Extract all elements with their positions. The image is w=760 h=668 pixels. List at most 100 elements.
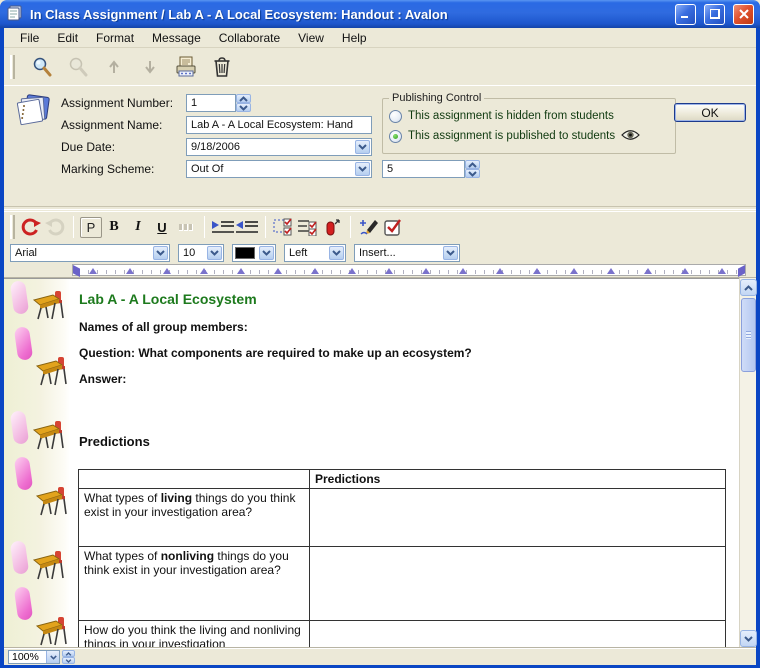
indent-increase-icon[interactable]: [211, 215, 235, 239]
assignment-name-input[interactable]: [186, 116, 372, 134]
chevron-down-icon[interactable]: [355, 140, 370, 154]
margin-decoration: [4, 279, 70, 648]
chevron-down-icon[interactable]: [153, 246, 168, 260]
stepper-down-icon[interactable]: [465, 169, 480, 178]
radio-unselected-icon[interactable]: [389, 110, 402, 123]
chevron-down-icon[interactable]: [259, 246, 274, 260]
assignment-form: Assignment Number: 1 Assignment Name: Du…: [4, 86, 756, 206]
marker-tool-icon[interactable]: [320, 215, 344, 239]
menu-format[interactable]: Format: [88, 29, 142, 47]
table-answer-cell[interactable]: [310, 547, 726, 621]
ruler-tab-marker: [644, 268, 652, 274]
table-header-cell-empty[interactable]: [79, 470, 310, 489]
title-bar[interactable]: In Class Assignment / Lab A - A Local Ec…: [0, 0, 760, 28]
marking-scheme-combo[interactable]: Out Of: [186, 160, 372, 178]
assignment-name-label: Assignment Name:: [61, 118, 162, 132]
font-size-combo[interactable]: 10: [178, 244, 224, 262]
menu-file[interactable]: File: [12, 29, 47, 47]
strikethrough-icon-disabled[interactable]: [174, 215, 198, 239]
add-annotation-pen-icon[interactable]: [357, 215, 381, 239]
published-option-row[interactable]: This assignment is published to students: [389, 126, 669, 146]
ruler-tab-marker: [385, 268, 393, 274]
table-question-cell[interactable]: What types of living things do you think…: [79, 489, 310, 547]
left-margin-marker[interactable]: [73, 265, 80, 277]
toolbar-separator: [204, 216, 205, 238]
stepper-up-icon[interactable]: [236, 94, 251, 103]
scrollbar-thumb[interactable]: [741, 298, 756, 372]
document-editor[interactable]: Lab A - A Local Ecosystem Names of all g…: [4, 278, 756, 648]
radio-selected-icon[interactable]: [389, 130, 402, 143]
underline-button[interactable]: U: [150, 215, 174, 239]
table-question-cell[interactable]: What types of nonliving things do you th…: [79, 547, 310, 621]
menu-collaborate[interactable]: Collaborate: [211, 29, 288, 47]
menu-help[interactable]: Help: [334, 29, 375, 47]
search-again-icon-disabled[interactable]: [65, 54, 91, 80]
zoom-level-combo[interactable]: 100%: [8, 650, 60, 664]
stepper-down-icon[interactable]: [62, 657, 75, 664]
table-answer-cell[interactable]: [310, 621, 726, 649]
due-date-combo[interactable]: 9/18/2006: [186, 138, 372, 156]
maximize-button[interactable]: [704, 4, 725, 25]
hidden-option-row[interactable]: This assignment is hidden from students: [389, 106, 669, 126]
insert-combo[interactable]: Insert...: [354, 244, 460, 262]
minimize-button[interactable]: [675, 4, 696, 25]
chevron-down-icon[interactable]: [207, 246, 222, 260]
window-icon: [6, 5, 24, 24]
chevron-down-icon[interactable]: [443, 246, 458, 260]
publishing-control-group: Publishing Control This assignment is hi…: [382, 92, 676, 154]
toolbar-grip[interactable]: [10, 215, 15, 239]
italic-label: I: [135, 219, 140, 235]
assignment-number-value[interactable]: 1: [186, 94, 236, 112]
alignment-combo[interactable]: Left: [284, 244, 346, 262]
search-icon[interactable]: [29, 54, 55, 80]
eye-icon: [621, 129, 640, 144]
font-size-value: 10: [183, 247, 195, 259]
font-color-combo[interactable]: [232, 244, 276, 262]
vertical-scrollbar[interactable]: [739, 278, 756, 648]
print-icon[interactable]: [173, 54, 199, 80]
paragraph-style-button[interactable]: P: [80, 217, 102, 238]
main-toolbar: [4, 49, 756, 86]
menu-edit[interactable]: Edit: [49, 29, 86, 47]
table-header-cell[interactable]: Predictions: [310, 470, 726, 489]
marking-points-stepper[interactable]: [465, 160, 480, 178]
assignment-number-stepper[interactable]: [236, 94, 251, 112]
bold-button[interactable]: B: [102, 215, 126, 239]
table-question-cell[interactable]: How do you think the living and nonlivin…: [79, 621, 310, 649]
font-family-combo[interactable]: Arial: [10, 244, 170, 262]
select-checkboxes-icon[interactable]: [272, 215, 296, 239]
scroll-down-icon[interactable]: [740, 630, 757, 647]
delete-trash-icon[interactable]: [209, 54, 235, 80]
menu-message[interactable]: Message: [144, 29, 209, 47]
undo-icon[interactable]: [19, 215, 43, 239]
right-margin-marker[interactable]: [738, 265, 745, 277]
indent-decrease-icon[interactable]: [235, 215, 259, 239]
app-window: In Class Assignment / Lab A - A Local Ec…: [0, 0, 760, 668]
stepper-down-icon[interactable]: [236, 103, 251, 112]
school-desk-icon: [32, 289, 66, 324]
ok-button[interactable]: OK: [674, 103, 746, 122]
previous-icon-disabled[interactable]: [101, 54, 127, 80]
chevron-down-icon[interactable]: [355, 162, 370, 176]
ruler-tab-marker: [422, 268, 430, 274]
redo-icon-disabled[interactable]: [43, 215, 67, 239]
eraser-decoration: [10, 540, 29, 575]
ruler-tab-marker: [533, 268, 541, 274]
status-bar: 100%: [4, 648, 756, 665]
checkbox-list-icon[interactable]: [296, 215, 320, 239]
stepper-up-icon[interactable]: [465, 160, 480, 169]
toolbar-grip[interactable]: [10, 55, 15, 79]
scroll-up-icon[interactable]: [740, 279, 757, 296]
zoom-stepper[interactable]: [62, 650, 75, 664]
chevron-down-icon[interactable]: [329, 246, 344, 260]
stationery-tile: [4, 409, 70, 539]
marking-points-value[interactable]: 5: [382, 160, 465, 178]
chevron-down-icon[interactable]: [46, 651, 59, 663]
next-icon-disabled[interactable]: [137, 54, 163, 80]
italic-button[interactable]: I: [126, 215, 150, 239]
table-answer-cell[interactable]: [310, 489, 726, 547]
menu-view[interactable]: View: [290, 29, 332, 47]
stepper-up-icon[interactable]: [62, 650, 75, 657]
close-button[interactable]: [733, 4, 754, 25]
approve-checkbox-icon[interactable]: [381, 215, 405, 239]
